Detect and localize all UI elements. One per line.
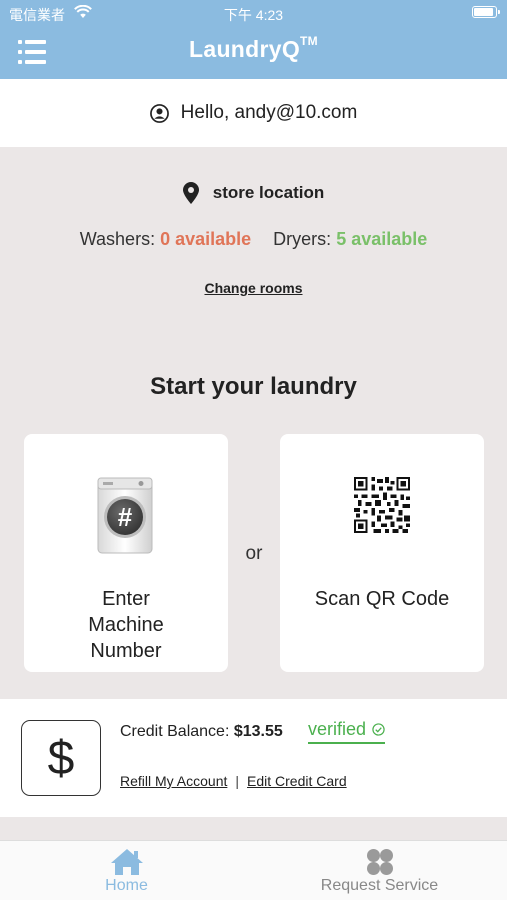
start-heading: Start your laundry — [150, 373, 357, 400]
location-pin-icon — [182, 182, 199, 204]
availability: Washers: 0 available Dryers: 5 available — [0, 229, 507, 250]
battery-icon — [472, 6, 500, 18]
service-grid-icon — [366, 849, 393, 875]
credit-balance-label: Credit Balance: — [120, 723, 230, 740]
dollar-icon: $ — [21, 720, 101, 796]
user-icon — [149, 103, 169, 123]
tab-bar: Home Request Service — [0, 840, 507, 900]
scan-qr-code-card[interactable]: Scan QR Code — [280, 434, 484, 672]
tab-request-service-label: Request Service — [320, 877, 439, 894]
washing-machine-icon: # — [97, 477, 153, 554]
change-rooms-link[interactable]: Change rooms — [204, 280, 302, 296]
enter-machine-number-card[interactable]: # Enter Machine Number — [24, 434, 228, 672]
status-time: 下午 4:23 — [223, 7, 284, 23]
tab-home[interactable]: Home — [0, 841, 253, 900]
refill-account-link[interactable]: Refill My Account — [120, 773, 227, 789]
verified-label: verified — [308, 719, 367, 739]
app-title: LaundryQTM — [0, 34, 507, 63]
store-location: store location — [0, 182, 507, 204]
verified-badge: verified — [308, 719, 386, 744]
app-title-text: LaundryQ — [189, 36, 301, 62]
section-divider — [0, 817, 507, 840]
greeting-bar: Hello, andy@10.com — [0, 79, 507, 147]
trademark-mark: TM — [300, 34, 318, 48]
change-rooms-row: Change rooms — [0, 280, 507, 298]
washers-available: 0 available — [160, 229, 252, 249]
tab-home-label: Home — [105, 877, 148, 894]
qr-code-icon — [354, 477, 410, 533]
tab-request-service[interactable]: Request Service — [253, 841, 506, 900]
account-links: Refill My Account | Edit Credit Card — [120, 773, 347, 789]
check-circle-icon — [372, 723, 385, 736]
machine-number-symbol: # — [118, 502, 133, 532]
link-separator: | — [235, 773, 240, 789]
store-location-label: store location — [212, 183, 325, 202]
app-header: 電信業者 下午 4:23 LaundryQTM — [0, 0, 507, 79]
main-panel: store location Washers: 0 available Dryer… — [0, 147, 507, 699]
or-separator: or — [245, 543, 263, 564]
edit-credit-card-link[interactable]: Edit Credit Card — [247, 773, 347, 789]
greeting-text: Hello, andy@10.com — [180, 102, 358, 123]
scan-qr-code-label: Scan QR Code — [314, 588, 450, 610]
credit-balance: Credit Balance: $13.55 — [120, 723, 283, 741]
dryers-available: 5 available — [336, 229, 428, 249]
credit-panel: $ Credit Balance: $13.55 verified Refill… — [0, 699, 507, 817]
credit-balance-value: $13.55 — [233, 723, 283, 740]
enter-machine-number-label: Enter Machine Number — [88, 588, 164, 662]
dryers-label: Dryers: — [273, 229, 332, 249]
status-bar: 電信業者 下午 4:23 — [0, 0, 507, 26]
home-icon — [110, 849, 143, 875]
washers-label: Washers: — [79, 229, 156, 249]
